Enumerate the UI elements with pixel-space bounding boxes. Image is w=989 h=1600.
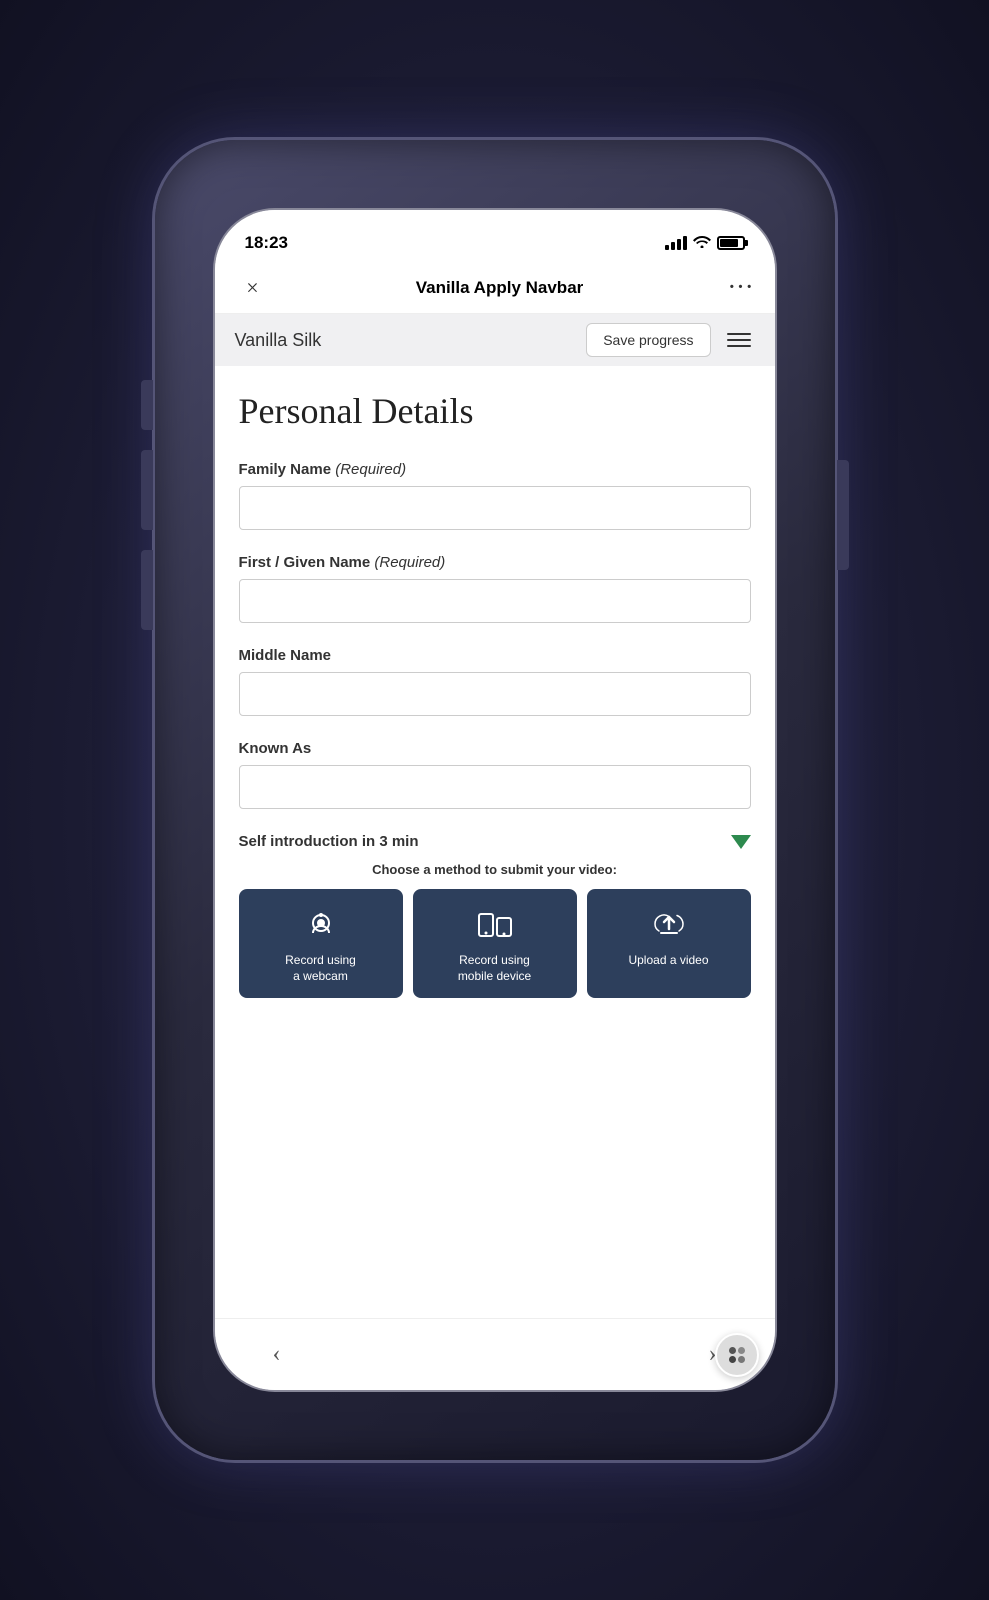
- back-button[interactable]: ‹: [255, 1333, 299, 1377]
- upload-option-label: Upload a video: [628, 953, 708, 969]
- mobile-option-label: Record usingmobile device: [458, 953, 531, 984]
- given-name-input[interactable]: [239, 579, 751, 623]
- video-section-header: Self introduction in 3 min: [239, 833, 751, 850]
- middle-name-label: Middle Name: [239, 647, 751, 664]
- content-area[interactable]: Personal Details Family Name (Required) …: [215, 366, 775, 1318]
- middle-name-group: Middle Name: [239, 647, 751, 716]
- hamburger-line-2: [727, 339, 751, 341]
- navbar-title: Vanilla Apply Navbar: [416, 278, 584, 298]
- given-name-group: First / Given Name (Required): [239, 554, 751, 623]
- close-button[interactable]: ×: [235, 270, 271, 306]
- mobile-option-button[interactable]: Record usingmobile device: [413, 889, 577, 998]
- signal-bar-1: [665, 245, 669, 250]
- video-arrow-icon: [731, 835, 751, 849]
- webcam-option-label: Record usinga webcam: [285, 953, 356, 984]
- known-as-input[interactable]: [239, 765, 751, 809]
- wifi-icon: [693, 234, 711, 253]
- status-time: 18:23: [245, 233, 288, 253]
- signal-bar-4: [683, 236, 687, 250]
- save-progress-button[interactable]: Save progress: [586, 323, 710, 357]
- known-as-group: Known As: [239, 740, 751, 809]
- upload-icon: [651, 907, 687, 943]
- avatar[interactable]: [715, 1333, 759, 1377]
- avatar-image: [725, 1347, 749, 1363]
- hamburger-line-1: [727, 333, 751, 335]
- signal-bar-2: [671, 242, 675, 250]
- webcam-option-button[interactable]: Record usinga webcam: [239, 889, 403, 998]
- silent-button[interactable]: [141, 550, 153, 630]
- hamburger-line-3: [727, 345, 751, 347]
- battery-icon: [717, 236, 745, 250]
- volume-up-button[interactable]: [141, 380, 153, 430]
- video-options: Record usinga webcam: [239, 889, 751, 998]
- hamburger-menu-button[interactable]: [723, 329, 755, 351]
- family-name-label: Family Name (Required): [239, 461, 751, 478]
- page-title: Personal Details: [239, 390, 751, 433]
- battery-fill: [720, 239, 739, 247]
- brand-name: Vanilla Silk: [235, 330, 322, 351]
- top-navbar: × Vanilla Apply Navbar ···: [215, 262, 775, 314]
- volume-down-button[interactable]: [141, 450, 153, 530]
- device-frame: 18:23 × Vanill: [155, 140, 835, 1460]
- form-content: Personal Details Family Name (Required) …: [215, 366, 775, 1062]
- more-options-button[interactable]: ···: [728, 276, 754, 299]
- phone-screen: 18:23 × Vanill: [215, 210, 775, 1390]
- status-icons: [665, 234, 745, 253]
- upload-option-button[interactable]: Upload a video: [587, 889, 751, 998]
- webcam-icon: [303, 907, 339, 943]
- sub-header-right: Save progress: [586, 323, 754, 357]
- video-method-prompt: Choose a method to submit your video:: [239, 862, 751, 877]
- video-section-title: Self introduction in 3 min: [239, 833, 419, 850]
- mobile-icon: [477, 907, 513, 943]
- video-section: Self introduction in 3 min Choose a meth…: [239, 833, 751, 998]
- given-name-label: First / Given Name (Required): [239, 554, 751, 571]
- status-bar: 18:23: [215, 210, 775, 262]
- middle-name-input[interactable]: [239, 672, 751, 716]
- signal-bar-3: [677, 239, 681, 250]
- family-name-group: Family Name (Required): [239, 461, 751, 530]
- power-button[interactable]: [837, 460, 849, 570]
- bottom-nav: ‹ ›: [215, 1318, 775, 1390]
- family-name-input[interactable]: [239, 486, 751, 530]
- signal-icon: [665, 236, 687, 250]
- known-as-label: Known As: [239, 740, 751, 757]
- sub-header: Vanilla Silk Save progress: [215, 314, 775, 366]
